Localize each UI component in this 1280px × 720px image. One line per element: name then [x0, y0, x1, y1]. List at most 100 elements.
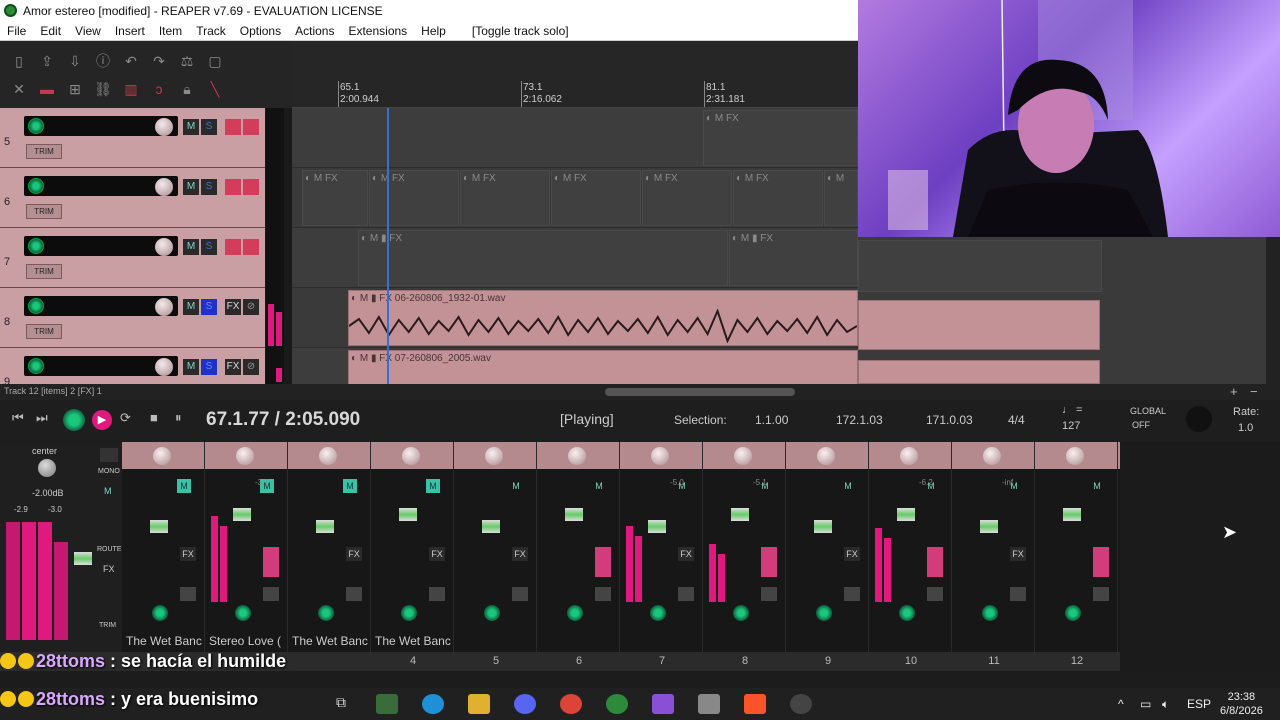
volume-knob[interactable]	[155, 118, 173, 136]
pan-knob[interactable]	[485, 447, 503, 465]
trim-button[interactable]: TRIM	[26, 144, 62, 159]
record-arm-knob[interactable]	[982, 605, 998, 621]
track-7[interactable]: 7 TRIM M S FX	[0, 228, 265, 288]
global-automation-label[interactable]: GLOBAL	[1130, 406, 1166, 416]
mute-button[interactable]: M	[509, 479, 523, 493]
record-arm-button[interactable]	[595, 547, 611, 577]
mute-button[interactable]: M	[183, 119, 199, 135]
fx-button[interactable]: FX	[678, 547, 694, 561]
pan-knob[interactable]	[402, 447, 420, 465]
master-trim-button[interactable]: TRIM	[99, 622, 116, 629]
media-item[interactable]: ◐ M FX	[733, 170, 823, 226]
route-button[interactable]	[1010, 587, 1026, 601]
phase-button[interactable]	[243, 179, 259, 195]
track-9[interactable]: 9 M S FX ⊘	[0, 348, 265, 384]
mute-button[interactable]: M	[183, 359, 199, 375]
record-button[interactable]	[63, 409, 85, 431]
minecraft-icon[interactable]	[376, 694, 398, 714]
menu-help[interactable]: Help	[414, 24, 453, 38]
mute-button[interactable]: M	[183, 179, 199, 195]
record-arm-knob[interactable]	[401, 605, 417, 621]
record-arm-button[interactable]	[28, 358, 44, 374]
app-icon[interactable]	[698, 694, 720, 714]
fx-button[interactable]: FX	[180, 547, 196, 561]
volume-fader[interactable]	[316, 520, 334, 533]
record-arm-knob[interactable]	[816, 605, 832, 621]
track-6[interactable]: 6 TRIM M S FX	[0, 168, 265, 228]
menu-insert[interactable]: Insert	[108, 24, 152, 38]
pan-knob[interactable]	[817, 447, 835, 465]
route-button[interactable]	[180, 587, 196, 601]
media-item[interactable]: ◐ M ▮ FX	[358, 230, 728, 286]
master-mute-button[interactable]: M	[104, 486, 112, 496]
fx-button[interactable]: FX	[225, 359, 241, 375]
master-fader[interactable]	[74, 552, 92, 565]
task-view-icon[interactable]: ⧉	[330, 694, 352, 714]
menu-view[interactable]: View	[68, 24, 108, 38]
arrange-view[interactable]: ◐ M FX ◐ M FX ◐ M FX ◐ M FX ◐ M FX ◐ M F…	[292, 108, 858, 384]
redo-icon[interactable]: ↷	[150, 53, 168, 69]
ripple-edit-icon[interactable]: ▬	[38, 81, 56, 97]
record-arm-button[interactable]	[1093, 547, 1109, 577]
play-button[interactable]: ▶	[92, 410, 112, 430]
solo-button[interactable]: S	[201, 119, 217, 135]
pause-icon[interactable]: ⏸	[175, 410, 182, 426]
route-button[interactable]	[263, 587, 279, 601]
timeline-ruler[interactable]: 65.1 2:00.944 73.1 2:16.062 81.1 2:31.18…	[292, 41, 858, 108]
phase-button[interactable]	[243, 119, 259, 135]
selection-end[interactable]: 172.1.03	[836, 413, 883, 427]
master-route-button[interactable]: ROUTE	[97, 546, 122, 553]
open-project-icon[interactable]: ⇪	[38, 53, 56, 69]
master-mono-button[interactable]	[100, 448, 118, 462]
envelope-points-icon[interactable]: ╲	[206, 81, 224, 97]
menu-extensions[interactable]: Extensions	[341, 24, 414, 38]
route-button[interactable]	[595, 587, 611, 601]
media-item[interactable]: ◐ M FX	[642, 170, 732, 226]
mute-button[interactable]: M	[426, 479, 440, 493]
volume-knob[interactable]	[155, 298, 173, 316]
fx-button[interactable]: FX	[225, 119, 241, 135]
app-icon[interactable]	[652, 694, 674, 714]
volume-fader[interactable]	[482, 520, 500, 533]
mute-button[interactable]: M	[1090, 479, 1104, 493]
language-indicator[interactable]: ESP	[1187, 697, 1211, 711]
solo-button[interactable]: S	[201, 359, 217, 375]
record-arm-button[interactable]	[28, 178, 44, 194]
media-item[interactable]: ◐ M FX	[460, 170, 550, 226]
discord-icon[interactable]	[514, 694, 536, 714]
route-button[interactable]	[678, 587, 694, 601]
record-arm-knob[interactable]	[484, 605, 500, 621]
save-project-icon[interactable]: ⇩	[66, 53, 84, 69]
lock-icon[interactable]: 🔒︎	[178, 81, 196, 97]
media-item[interactable]: ◐ M ▮ FX	[729, 230, 858, 286]
undo-icon[interactable]: ↶	[122, 53, 140, 69]
trim-button[interactable]: TRIM	[26, 204, 62, 219]
trim-button[interactable]: TRIM	[26, 264, 62, 279]
go-to-start-icon[interactable]: ⏮	[12, 410, 24, 426]
global-automation-value[interactable]: OFF	[1132, 420, 1150, 430]
reaper-taskbar-icon[interactable]	[606, 694, 628, 714]
phase-button[interactable]: ⊘	[243, 299, 259, 315]
master-fx-button[interactable]: FX	[103, 564, 115, 574]
volume-fader[interactable]	[399, 508, 417, 521]
record-arm-knob[interactable]	[152, 605, 168, 621]
record-arm-knob[interactable]	[899, 605, 915, 621]
auto-crossfade-icon[interactable]: ↄ	[150, 81, 168, 97]
selection-length[interactable]: 171.0.03	[926, 413, 973, 427]
solo-button[interactable]: S	[201, 239, 217, 255]
stop-icon[interactable]: ■	[150, 410, 158, 425]
record-arm-button[interactable]	[28, 238, 44, 254]
mute-button[interactable]: M	[183, 299, 199, 315]
menu-track[interactable]: Track	[189, 24, 233, 38]
pan-knob[interactable]	[900, 447, 918, 465]
media-item-audio[interactable]: ◐ M ▮ FX 07-260806_2005.wav	[348, 350, 858, 384]
master-pan-knob[interactable]	[38, 459, 56, 477]
volume-knob[interactable]	[155, 358, 173, 376]
repeat-icon[interactable]: ⟳	[120, 410, 131, 426]
pan-knob[interactable]	[568, 447, 586, 465]
route-button[interactable]	[844, 587, 860, 601]
project-settings-icon[interactable]: ⓘ	[94, 53, 112, 69]
media-item[interactable]: ◐ M FX	[551, 170, 641, 226]
pan-knob[interactable]	[983, 447, 1001, 465]
volume-fader[interactable]	[897, 508, 915, 521]
